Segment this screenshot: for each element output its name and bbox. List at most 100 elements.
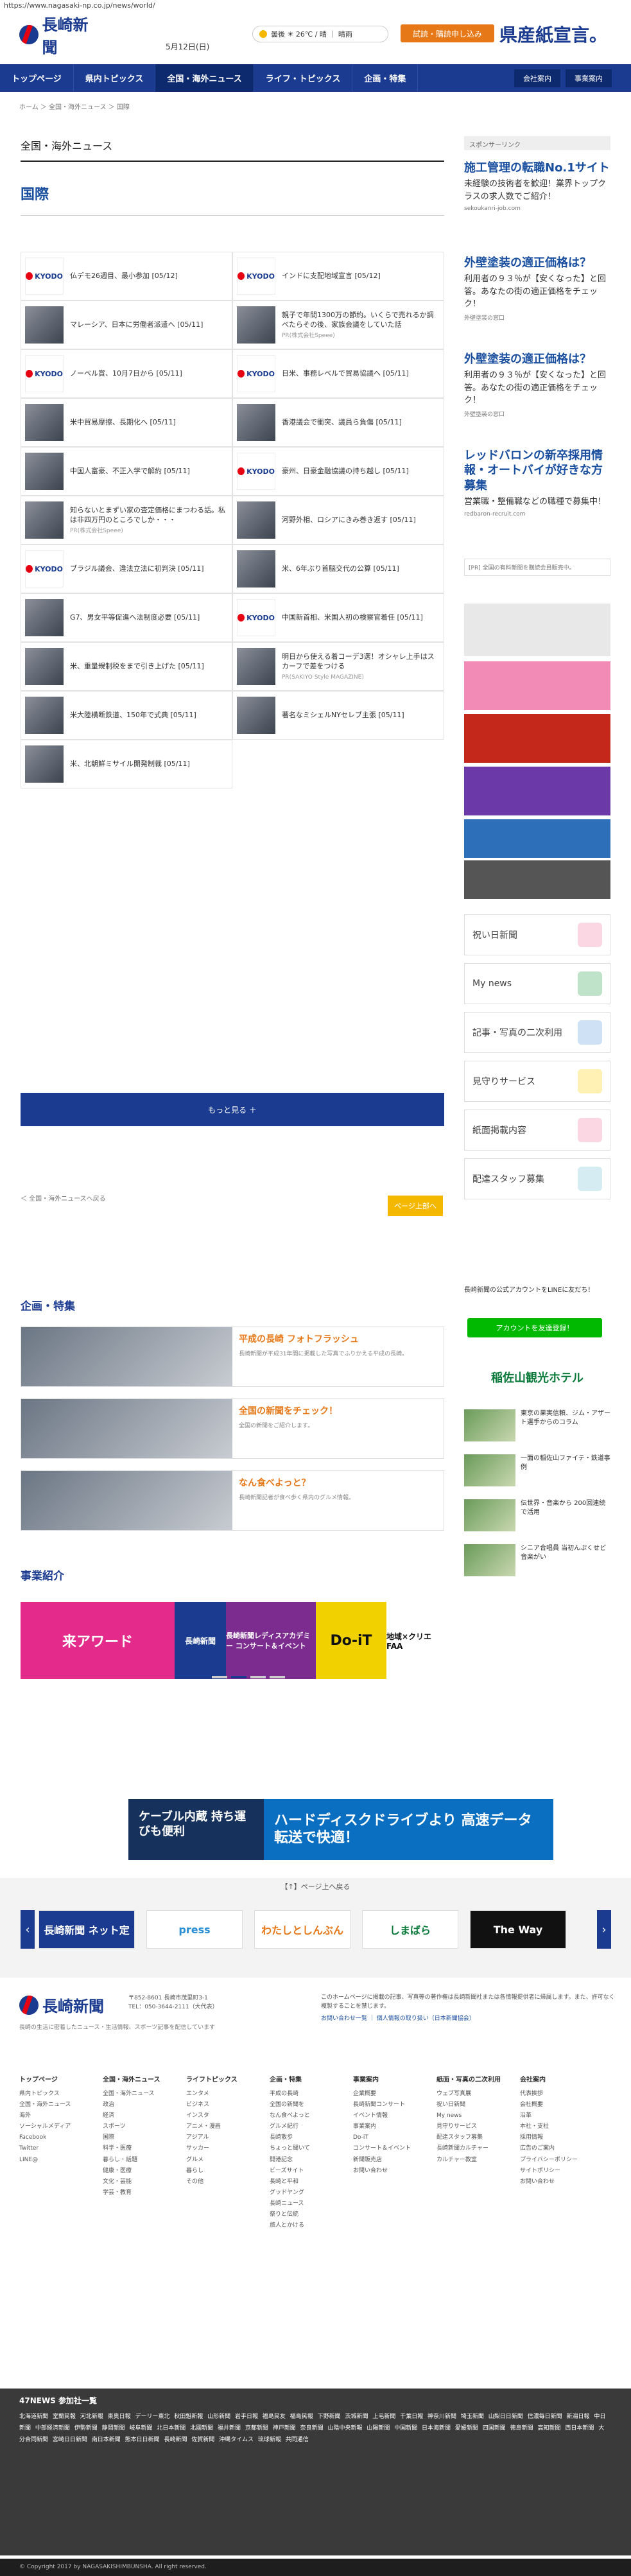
footer-column-title[interactable]: 事業案内 [353, 2074, 430, 2086]
side-menu-item[interactable]: My news [464, 963, 610, 1004]
footer-link[interactable]: 長崎と平和 [270, 2177, 347, 2188]
news-item[interactable]: KYODO 中国新首相、米国人初の検察官着任 [05/11] [232, 593, 444, 642]
contact-link[interactable]: お問い合わせ一覧 [321, 2015, 367, 2022]
side-news-item[interactable]: 伝世界・音楽から 200回連続で活用 [464, 1499, 610, 1531]
footer-link[interactable]: 全国・海外ニュース [19, 2100, 96, 2110]
footer-column-title[interactable]: トップページ [19, 2074, 96, 2086]
footer-link[interactable]: Facebook [19, 2132, 96, 2143]
footer-logo[interactable]: 長崎新聞 [19, 1994, 104, 2016]
footer-link[interactable]: 広告のご案内 [520, 2143, 597, 2154]
news-item[interactable]: KYODO 仏デモ26週目、最小参加 [05/12] [21, 252, 232, 300]
footer-link[interactable]: その他 [186, 2177, 263, 2188]
feature-item[interactable]: なん食べよっと？ 長崎新聞記者が食べ歩く県内のグルメ情報。 [21, 1470, 444, 1531]
footer-link[interactable]: 暮らし [186, 2166, 263, 2177]
footer-link[interactable]: お問い合わせ [353, 2166, 430, 2177]
footer-link[interactable]: 事業案内 [353, 2121, 430, 2132]
footer-column-title[interactable]: ライフトピックス [186, 2074, 263, 2086]
side-banner[interactable] [464, 767, 610, 815]
footer-link[interactable]: グルメ紀行 [270, 2121, 347, 2132]
news-item[interactable]: 知らないとまずい家の査定価格にまつわる話。私は非四万円のところでしか・・・ PR(… [21, 496, 232, 544]
footer-link[interactable]: Do-iT [353, 2132, 430, 2143]
ad-title[interactable]: 外壁塗装の適正価格は？ [464, 256, 610, 270]
footer-link[interactable]: スポーツ [103, 2121, 180, 2132]
side-news-item[interactable]: シニア合唱員 当初んぷくせど音楽がい [464, 1544, 610, 1576]
footer-link[interactable]: 健康・医療 [103, 2166, 180, 2177]
pickup-item[interactable]: press [146, 1910, 243, 1949]
footer-link[interactable]: Twitter [19, 2143, 96, 2154]
carousel-dot[interactable] [270, 1676, 285, 1678]
nav-national[interactable]: 全国・海外ニュース [155, 64, 254, 92]
n47-list[interactable]: 北海道新聞 室蘭民報 河北新報 東奥日報 デーリー東北 秋田魁新報 山形新聞 岩… [19, 2411, 610, 2446]
footer-link[interactable]: ビーズサイト [270, 2166, 347, 2177]
sponsor-ad[interactable]: 外壁塗装の適正価格は？ 利用者の９３％が【安くなった】と回答。あなたの街の適正価… [464, 256, 610, 322]
footer-link[interactable]: 文化・芸能 [103, 2177, 180, 2188]
side-banner[interactable] [464, 860, 610, 899]
feature-item[interactable]: 全国の新聞をチェック！ 全国の新聞をご紹介します。 [21, 1398, 444, 1459]
carousel-dot[interactable] [212, 1676, 227, 1678]
ad-title[interactable]: 外壁塗装の適正価格は？ [464, 352, 610, 367]
footer-link[interactable]: 旅人とかける [270, 2220, 347, 2231]
feature-item[interactable]: 平成の長崎 フォトフラッシュ 長崎新聞が平成31年間に掲載した写真でふりかえる平成… [21, 1327, 444, 1387]
site-logo[interactable]: 長崎新聞 [19, 15, 103, 57]
carousel-slide[interactable]: 長崎新聞レディスアカデミー コンサート＆イベント [226, 1602, 316, 1679]
footer-link[interactable]: 海外 [19, 2110, 96, 2121]
news-item[interactable]: 米、北朝鮮ミサイル開発制裁 [05/11] [21, 740, 232, 788]
side-banner[interactable] [464, 661, 610, 710]
footer-link[interactable]: 企業概要 [353, 2089, 430, 2100]
nav-life[interactable]: ライフ・トピックス [254, 64, 353, 92]
sponsor-ad[interactable]: 施工管理の転職No.1サイト 未経験の技術者を歓迎！業界トップクラスの求人数でご… [464, 161, 610, 212]
business-carousel[interactable]: 来アワード 長崎新聞 長崎新聞レディスアカデミー コンサート＆イベント Do-i… [21, 1602, 444, 1679]
footer-link[interactable]: イベント情報 [353, 2110, 430, 2121]
footer-link[interactable]: ソーシャルメディア [19, 2121, 96, 2132]
sponsor-ad[interactable]: レッドバロンの新卒採用情報・オートバイが好きな方募集 営業職・整備職などの職種で… [464, 448, 610, 518]
footer-link[interactable]: 新聞販売店 [353, 2155, 430, 2166]
footer-link[interactable]: カルチャー教室 [437, 2155, 514, 2166]
hotel-banner[interactable]: 稲佐山観光ホテル [464, 1361, 610, 1393]
footer-link[interactable]: 開港記念 [270, 2155, 347, 2166]
news-item[interactable]: 米大陸横断鉄道、150年で式典 [05/11] [21, 691, 232, 740]
footer-link[interactable]: 会社概要 [520, 2100, 597, 2110]
news-item[interactable]: 米、6年ぶり首脳交代の公算 [05/11] [232, 544, 444, 593]
wide-ad[interactable]: ケーブル内蔵 持ち運びも便利 ハードディスクドライブより 高速データ転送で快適！ [128, 1799, 553, 1860]
footer-link[interactable]: 科学・医療 [103, 2143, 180, 2154]
footer-link[interactable]: コンサート＆イベント [353, 2143, 430, 2154]
footer-link[interactable]: 平成の長崎 [270, 2089, 347, 2100]
nav-features[interactable]: 企画・特集 [352, 64, 419, 92]
side-menu-item[interactable]: 記事・写真の二次利用 [464, 1012, 610, 1053]
footer-link[interactable]: ウェブ写真展 [437, 2089, 514, 2100]
footer-column-title[interactable]: 全国・海外ニュース [103, 2074, 180, 2086]
footer-link[interactable]: 本社・支社 [520, 2121, 597, 2132]
carousel-dot[interactable] [250, 1676, 266, 1678]
news-item[interactable]: 中国人富豪、不正入学で解約 [05/11] [21, 447, 232, 496]
news-item[interactable]: 親子で年間1300万の節約。いくらで売れるか調べたらその後、家族会議をしていた話… [232, 300, 444, 349]
footer-link[interactable]: 国際 [103, 2132, 180, 2143]
side-news-item[interactable]: 東京の果実信頼、ジム・アザート選手からのコラム [464, 1409, 610, 1441]
footer-link[interactable]: 全国・海外ニュース [103, 2089, 180, 2100]
footer-link[interactable]: 代表挨拶 [520, 2089, 597, 2100]
pickup-item[interactable]: The Way [470, 1910, 566, 1949]
news-item[interactable]: KYODO 豪州、日豪金融協議の持ち越し [05/11] [232, 447, 444, 496]
nav-top[interactable]: トップページ [0, 64, 74, 92]
footer-link[interactable]: 長崎新聞カルチャー [437, 2143, 514, 2154]
footer-link[interactable]: 政治 [103, 2100, 180, 2110]
side-menu-item[interactable]: 紙面掲載内容 [464, 1110, 610, 1151]
footer-column-title[interactable]: 企画・特集 [270, 2074, 347, 2086]
footer-link[interactable]: ビジネス [186, 2100, 263, 2110]
carousel-slide[interactable]: 地域×クリエ FAA [386, 1602, 444, 1679]
weather-widget[interactable]: 曇後 ☀ 26℃ / 晴 ｜ 晴雨 [252, 26, 388, 42]
footer-link[interactable]: 採用情報 [520, 2132, 597, 2143]
footer-link[interactable]: 長崎散歩 [270, 2132, 347, 2143]
side-news-item[interactable]: 一面の稲佐山ファイテ・鉄道事例 [464, 1454, 610, 1486]
footer-link[interactable]: 県内トピックス [19, 2089, 96, 2100]
pr-note[interactable]: [PR] 全国の有料新聞を購読会員販売中。 [464, 559, 610, 576]
ad-title[interactable]: レッドバロンの新卒採用情報・オートバイが好きな方募集 [464, 448, 610, 493]
more-button[interactable]: もっと見る ＋ [21, 1093, 444, 1126]
news-item[interactable]: G7、男女平等促進へ法制度必要 [05/11] [21, 593, 232, 642]
news-item[interactable]: KYODO ノーベル賞、10月7日から [05/11] [21, 349, 232, 398]
side-menu-item[interactable]: 見守りサービス [464, 1061, 610, 1102]
side-menu-item[interactable]: 配達スタッフ募集 [464, 1158, 610, 1199]
footer-link[interactable]: プライバシーポリシー [520, 2155, 597, 2166]
footer-link[interactable]: インスタ [186, 2110, 263, 2121]
carousel-slide[interactable]: 長崎新聞 [175, 1602, 226, 1679]
footer-link[interactable]: アジアル [186, 2132, 263, 2143]
